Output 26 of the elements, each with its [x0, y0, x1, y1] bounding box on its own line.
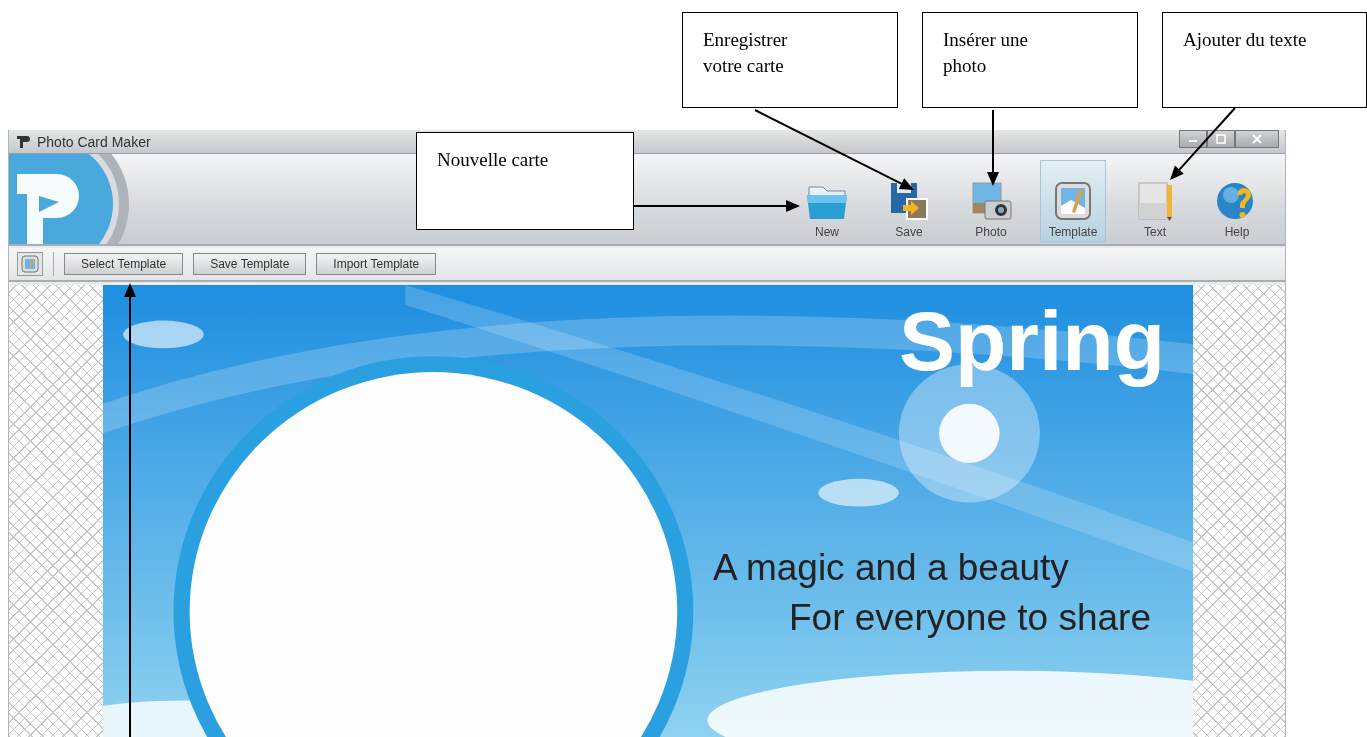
- callout-text: Enregistrer: [703, 28, 789, 52]
- callout-text: Insérer une: [943, 28, 1029, 52]
- template-action-button[interactable]: Select Template: [64, 253, 184, 275]
- toolbar-button[interactable]: New: [787, 160, 867, 242]
- template-action-button[interactable]: Save Template: [193, 253, 307, 275]
- toolbar-button[interactable]: Save: [869, 160, 949, 242]
- camera-photo-icon: [969, 181, 1013, 221]
- card-text: A magic and a beauty: [713, 546, 1069, 590]
- callout-text: Ajouter du texte: [1183, 28, 1308, 52]
- minimize-button[interactable]: [1179, 130, 1207, 148]
- callout-text: Nouvelle carte: [437, 148, 550, 172]
- callout-text: photo: [943, 54, 988, 78]
- card-text: For everyone to share: [789, 596, 1151, 640]
- toolbar-button[interactable]: Help: [1197, 160, 1277, 242]
- toolbar-button[interactable]: Photo: [951, 160, 1031, 242]
- close-button[interactable]: [1235, 130, 1279, 148]
- maximize-button[interactable]: [1207, 130, 1235, 148]
- template-action-button[interactable]: Import Template: [316, 253, 437, 275]
- toolbar-button[interactable]: Text: [1115, 160, 1195, 242]
- toolbar-button[interactable]: Template: [1040, 160, 1106, 242]
- callout-text: votre carte: [703, 54, 785, 78]
- template-icon: [21, 255, 39, 273]
- close-icon: [1251, 134, 1263, 144]
- maximize-icon: [1215, 134, 1227, 144]
- window-title: Photo Card Maker: [37, 133, 151, 150]
- app-logo-icon: [15, 133, 31, 150]
